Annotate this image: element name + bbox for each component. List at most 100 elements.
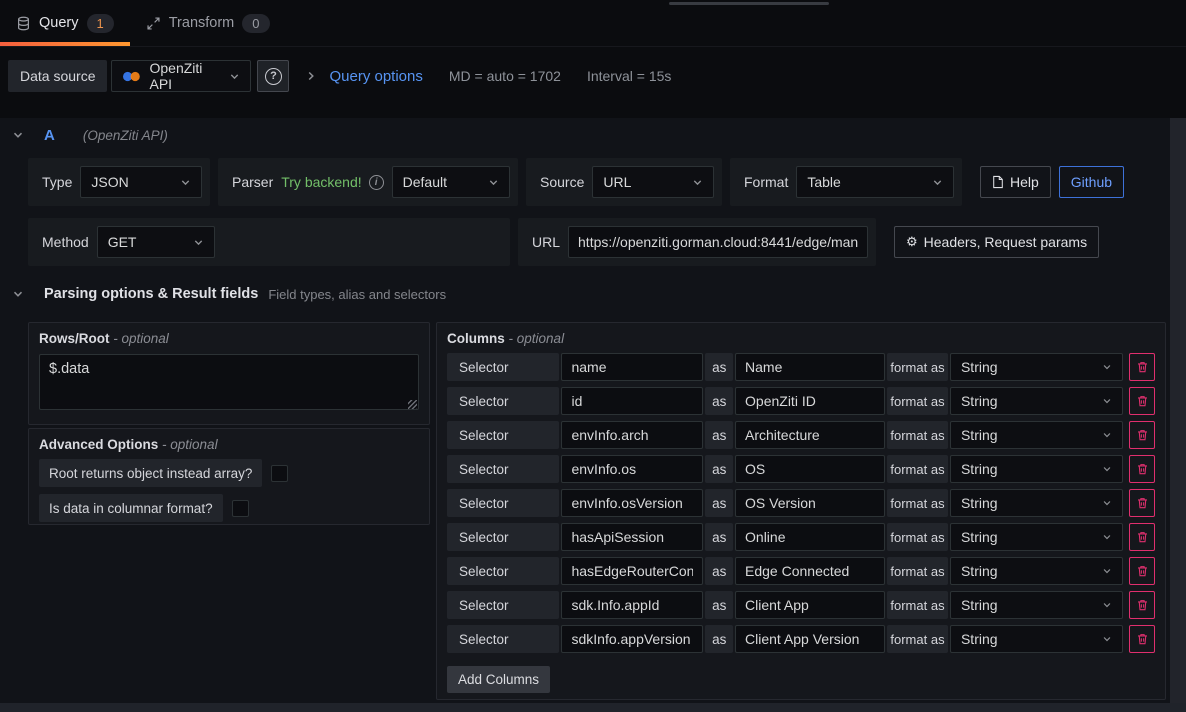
- selector-input[interactable]: [561, 455, 703, 483]
- alias-input[interactable]: [735, 455, 885, 483]
- tab-transform[interactable]: Transform 0: [130, 0, 286, 46]
- rows-root-textarea[interactable]: $.data: [39, 354, 419, 410]
- selector-input[interactable]: [561, 353, 703, 381]
- chevron-down-icon: [692, 177, 703, 188]
- url-input[interactable]: [568, 226, 868, 258]
- method-row: Method GET URL ⚙ Headers, Request params: [28, 218, 1099, 266]
- source-select[interactable]: URL: [592, 166, 714, 198]
- tab-query[interactable]: Query 1: [0, 0, 130, 46]
- root-returns-object-checkbox[interactable]: [271, 465, 288, 482]
- datasource-row: Data source OpenZiti API ? Query options…: [8, 60, 1178, 92]
- try-backend-link[interactable]: Try backend!: [281, 174, 361, 190]
- alias-input[interactable]: [735, 625, 885, 653]
- selector-label: Selector: [447, 625, 559, 653]
- left-options-column: Rows/Root - optional $.data Advanced Opt…: [28, 322, 430, 525]
- headers-params-label: Headers, Request params: [924, 234, 1087, 250]
- selector-input[interactable]: [561, 489, 703, 517]
- delete-column-button[interactable]: [1129, 455, 1155, 483]
- collapse-query-chevron-icon[interactable]: [12, 129, 24, 141]
- column-format-select[interactable]: String: [950, 455, 1123, 483]
- parsing-section-title: Parsing options & Result fields: [44, 286, 258, 302]
- column-format-select[interactable]: String: [950, 591, 1123, 619]
- scrollbar[interactable]: [1170, 118, 1186, 712]
- delete-column-button[interactable]: [1129, 353, 1155, 381]
- format-pane: Format Table: [730, 158, 962, 206]
- delete-column-button[interactable]: [1129, 591, 1155, 619]
- column-format-select[interactable]: String: [950, 523, 1123, 551]
- format-select[interactable]: Table: [796, 166, 954, 198]
- help-button[interactable]: Help: [980, 166, 1051, 198]
- datasource-help-button[interactable]: ?: [257, 60, 289, 92]
- column-format-select[interactable]: String: [950, 557, 1123, 585]
- column-format-select[interactable]: String: [950, 387, 1123, 415]
- selector-label: Selector: [447, 489, 559, 517]
- url-label: URL: [526, 234, 568, 250]
- resize-grip-icon[interactable]: [408, 400, 417, 409]
- alias-input[interactable]: [735, 557, 885, 585]
- parser-select-value: Default: [403, 174, 447, 190]
- type-select[interactable]: JSON: [80, 166, 202, 198]
- info-circle-icon[interactable]: i: [369, 175, 384, 190]
- section-collapse-chevron-icon[interactable]: [12, 288, 24, 300]
- parser-select[interactable]: Default: [392, 166, 510, 198]
- chevron-down-icon: [1102, 396, 1112, 406]
- column-mapping-row: Selector as format as String: [447, 387, 1155, 415]
- rows-root-panel: Rows/Root - optional $.data: [28, 322, 430, 425]
- chevron-down-icon: [1102, 498, 1112, 508]
- alias-input[interactable]: [735, 387, 885, 415]
- as-label: as: [705, 421, 733, 449]
- headers-params-button[interactable]: ⚙ Headers, Request params: [894, 226, 1099, 258]
- query-ref-id[interactable]: A: [44, 127, 55, 144]
- columnar-format-checkbox[interactable]: [232, 500, 249, 517]
- query-options-toggle[interactable]: Query options: [329, 68, 422, 85]
- column-format-value: String: [961, 427, 998, 443]
- column-format-select[interactable]: String: [950, 489, 1123, 517]
- column-format-select[interactable]: String: [950, 421, 1123, 449]
- column-mapping-row: Selector as format as String: [447, 489, 1155, 517]
- selector-input[interactable]: [561, 625, 703, 653]
- selector-input[interactable]: [561, 387, 703, 415]
- selector-input[interactable]: [561, 421, 703, 449]
- alias-input[interactable]: [735, 523, 885, 551]
- selector-input[interactable]: [561, 591, 703, 619]
- as-label: as: [705, 455, 733, 483]
- trash-icon: [1136, 530, 1149, 544]
- selector-label: Selector: [447, 523, 559, 551]
- selector-input[interactable]: [561, 557, 703, 585]
- delete-column-button[interactable]: [1129, 523, 1155, 551]
- database-icon: [16, 16, 31, 31]
- alias-input[interactable]: [735, 421, 885, 449]
- column-format-value: String: [961, 597, 998, 613]
- github-button[interactable]: Github: [1059, 166, 1124, 198]
- datasource-label: Data source: [8, 60, 107, 92]
- column-format-value: String: [961, 529, 998, 545]
- transform-icon: [146, 16, 161, 31]
- delete-column-button[interactable]: [1129, 557, 1155, 585]
- delete-column-button[interactable]: [1129, 625, 1155, 653]
- parser-pane: Parser Try backend! i Default: [218, 158, 518, 206]
- trash-icon: [1136, 462, 1149, 476]
- add-columns-button[interactable]: Add Columns: [447, 666, 550, 693]
- columnar-format-label: Is data in columnar format?: [39, 494, 223, 522]
- trash-icon: [1136, 564, 1149, 578]
- method-select[interactable]: GET: [97, 226, 215, 258]
- column-format-select[interactable]: String: [950, 353, 1123, 381]
- alias-input[interactable]: [735, 489, 885, 517]
- datasource-picker[interactable]: OpenZiti API: [111, 60, 251, 92]
- selector-input[interactable]: [561, 523, 703, 551]
- column-format-select[interactable]: String: [950, 625, 1123, 653]
- as-label: as: [705, 353, 733, 381]
- panel-drag-handle[interactable]: [669, 2, 829, 5]
- columns-title: Columns - optional: [447, 331, 1155, 346]
- delete-column-button[interactable]: [1129, 387, 1155, 415]
- query-datasource-hint: (OpenZiti API): [83, 128, 168, 143]
- delete-column-button[interactable]: [1129, 421, 1155, 449]
- column-format-value: String: [961, 461, 998, 477]
- columns-rows: Selector as format as String Selector as…: [447, 353, 1155, 653]
- alias-input[interactable]: [735, 353, 885, 381]
- alias-input[interactable]: [735, 591, 885, 619]
- selector-label: Selector: [447, 557, 559, 585]
- format-as-label: format as: [887, 353, 948, 381]
- column-mapping-row: Selector as format as String: [447, 353, 1155, 381]
- delete-column-button[interactable]: [1129, 489, 1155, 517]
